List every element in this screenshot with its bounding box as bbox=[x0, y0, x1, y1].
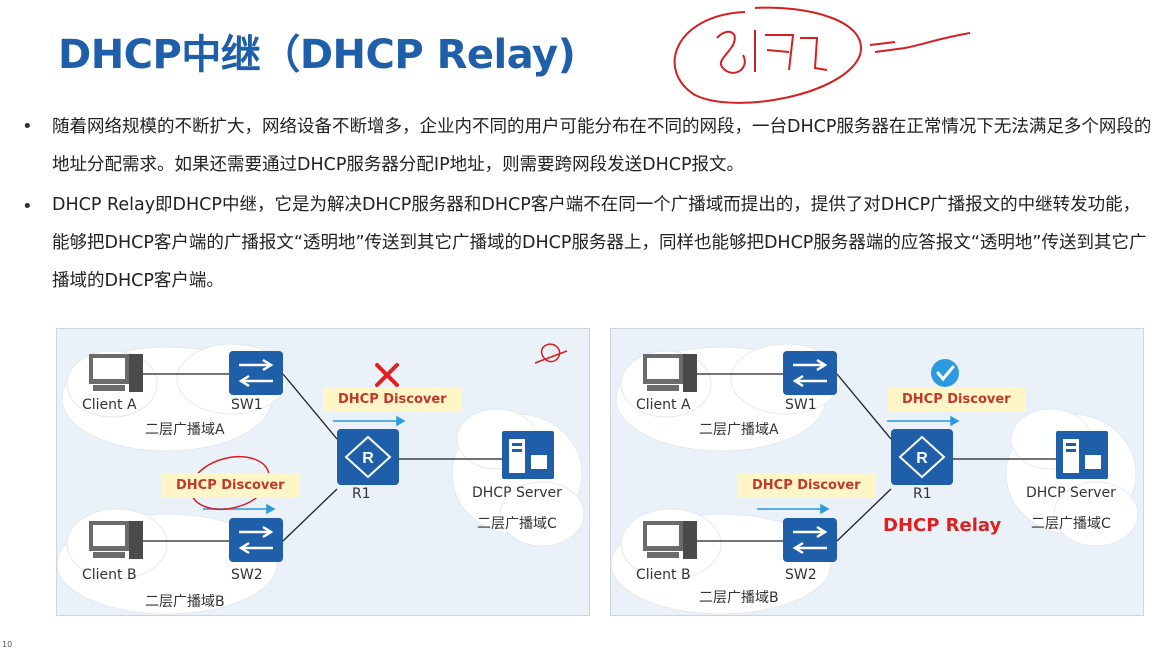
bullet-1-marker: • bbox=[22, 116, 33, 137]
svg-text:R: R bbox=[916, 450, 928, 467]
bullet-1-text: 随着网络规模的不断扩大，网络设备不断增多，企业内不同的用户可能分布在不同的网段，… bbox=[52, 117, 1152, 175]
bullet-2-text: DHCP Relay即DHCP中继，它是为解决DHCP服务器和DHCP客户端不在… bbox=[52, 195, 1147, 291]
domain-c-label: 二层广播域C bbox=[1031, 516, 1111, 532]
page-title: DHCP中继（DHCP Relay) bbox=[58, 32, 576, 78]
sw2-label: SW2 bbox=[785, 567, 817, 583]
client-a-label: Client A bbox=[636, 397, 691, 413]
handwritten-mark-icon bbox=[534, 343, 568, 364]
dhcp-discover-tag-bottom: DHCP Discover bbox=[737, 473, 876, 498]
sw2-label: SW2 bbox=[231, 567, 263, 583]
sw1-label: SW1 bbox=[785, 397, 817, 413]
success-check-icon bbox=[931, 359, 959, 387]
diagram-without-relay: R Client A SW1 二层广播域A Client B SW2 二层广播域… bbox=[56, 328, 590, 616]
domain-b-label: 二层广播域B bbox=[145, 594, 225, 610]
server-label: DHCP Server bbox=[1026, 485, 1116, 501]
client-b-label: Client B bbox=[636, 567, 691, 583]
domain-b-label: 二层广播域B bbox=[699, 590, 779, 606]
slide: DHCP中继（DHCP Relay) • 随着网络规模的不断扩大，网络设备不断增… bbox=[0, 0, 1165, 649]
dhcp-discover-tag-bottom: DHCP Discover bbox=[161, 473, 300, 498]
r1-label: R1 bbox=[352, 486, 371, 502]
pc-icon bbox=[643, 354, 697, 392]
server-label: DHCP Server bbox=[472, 485, 562, 501]
svg-text:R: R bbox=[362, 450, 374, 467]
dhcp-discover-tag-top: DHCP Discover bbox=[323, 387, 462, 412]
switch-icon bbox=[229, 351, 283, 395]
r1-label: R1 bbox=[913, 486, 932, 502]
fail-cross-icon bbox=[375, 363, 399, 387]
pc-icon bbox=[89, 521, 143, 559]
pc-icon bbox=[643, 521, 697, 559]
dhcp-relay-label: DHCP Relay bbox=[883, 515, 1002, 536]
client-b-label: Client B bbox=[82, 567, 137, 583]
sw1-label: SW1 bbox=[231, 397, 263, 413]
domain-c-label: 二层广播域C bbox=[477, 516, 557, 532]
diagram-right-canvas: R bbox=[611, 343, 1139, 615]
dhcp-discover-tag-top: DHCP Discover bbox=[887, 387, 1026, 412]
bullet-2-marker: • bbox=[22, 196, 33, 217]
server-icon bbox=[1056, 431, 1108, 479]
diagram-with-relay: R Client A SW1 二层广播域A Client B SW2 二层广播域… bbox=[610, 328, 1144, 616]
pc-icon bbox=[89, 354, 143, 392]
switch-icon bbox=[783, 351, 837, 395]
handwritten-annotation-icon bbox=[673, 6, 971, 104]
server-icon bbox=[502, 431, 554, 479]
domain-a-label: 二层广播域A bbox=[145, 422, 225, 438]
switch-icon bbox=[783, 518, 837, 562]
client-a-label: Client A bbox=[82, 397, 137, 413]
domain-a-label: 二层广播域A bbox=[699, 422, 779, 438]
diagram-left-canvas: R bbox=[57, 343, 585, 615]
router-icon: R bbox=[337, 429, 399, 485]
switch-icon bbox=[229, 518, 283, 562]
router-icon: R bbox=[891, 429, 953, 485]
